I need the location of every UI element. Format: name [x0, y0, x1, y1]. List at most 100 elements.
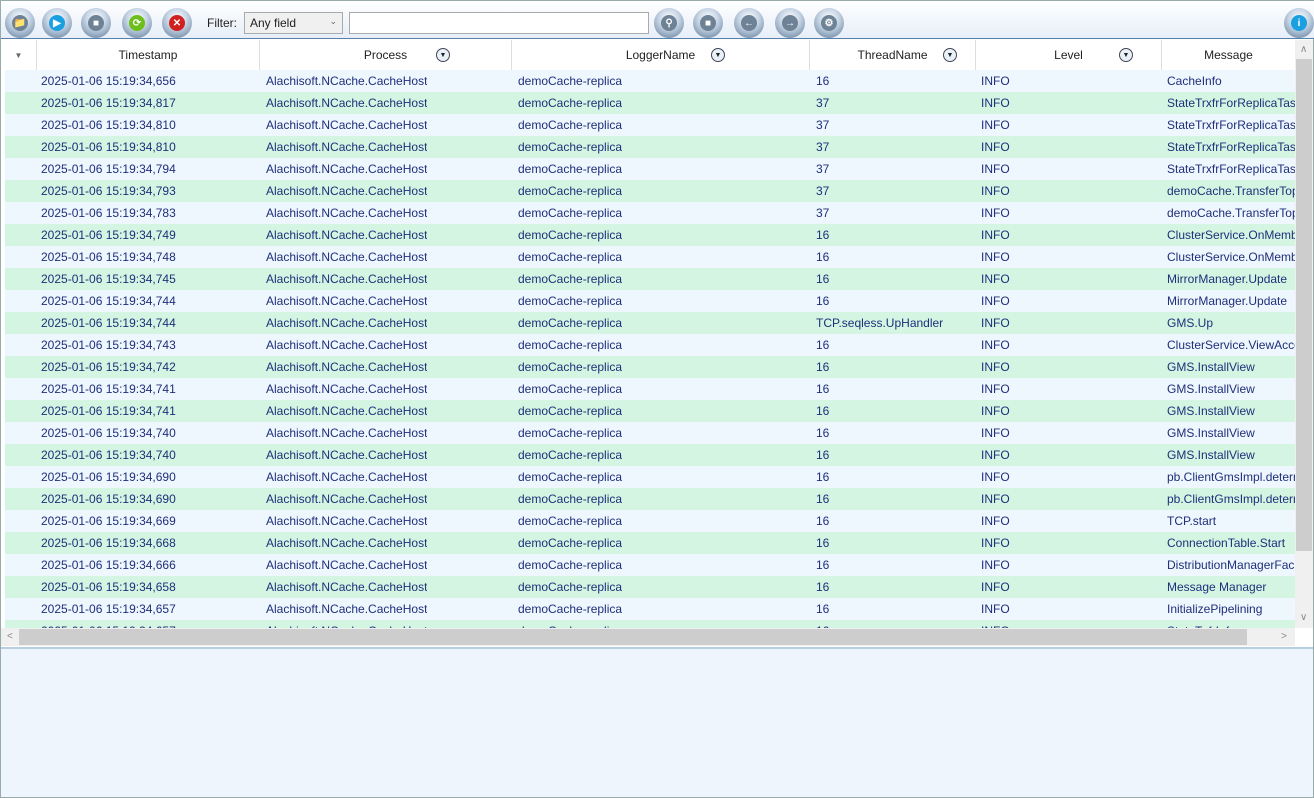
cell-loggername: demoCache-replica	[518, 272, 623, 286]
column-header-level[interactable]: Level ▼	[975, 40, 1161, 70]
next-button[interactable]: →	[775, 8, 805, 38]
table-row[interactable]: 2025-01-06 15:19:34,740 Alachisoft.NCache…	[5, 422, 1295, 444]
column-header-label: ThreadName	[857, 48, 928, 62]
cell-process: Alachisoft.NCache.CacheHost	[266, 294, 428, 308]
cell-message: StateTrxfrForReplicaTask.	[1167, 96, 1295, 110]
column-header-loggername[interactable]: LoggerName ▼	[511, 40, 809, 70]
table-row[interactable]: 2025-01-06 15:19:34,657Alachisoft.NCache…	[5, 598, 1295, 620]
cell-loggername: demoCache-replica	[518, 338, 623, 352]
cell-level: INFO	[981, 558, 1010, 572]
table-row[interactable]: 2025-01-06 15:19:34,748 Alachisoft.NCache…	[5, 246, 1295, 268]
table-row[interactable]: 2025-01-06 15:19:34,742 Alachisoft.NCache…	[5, 356, 1295, 378]
cell-threadname: 16	[816, 580, 830, 594]
cell-message: demoCache.TransferTopi	[1167, 184, 1295, 198]
info-button[interactable]: i	[1284, 8, 1314, 38]
filter-search-input[interactable]	[349, 12, 649, 34]
table-row[interactable]: 2025-01-06 15:19:34,668 Alachisoft.NCache…	[5, 532, 1295, 554]
clear-button[interactable]: ✕	[162, 8, 192, 38]
horizontal-scrollbar[interactable]: < >	[1, 628, 1295, 646]
cell-timestamp: 2025-01-06 15:19:34,666	[41, 558, 176, 572]
square-button[interactable]: ■	[693, 8, 723, 38]
horizontal-scroll-thumb[interactable]	[19, 629, 1247, 645]
table-row[interactable]: 2025-01-06 15:19:34,690 Alachisoft.NCache…	[5, 488, 1295, 510]
table-row[interactable]: 2025-01-06 15:19:34,745 Alachisoft.NCache…	[5, 268, 1295, 290]
cell-loggername: demoCache-replica	[518, 118, 623, 132]
table-row[interactable]: 2025-01-06 15:19:34,817 Alachisoft.NCache…	[5, 92, 1295, 114]
table-row[interactable]: 2025-01-06 15:19:34,656 Alachisoft.NCache…	[5, 70, 1295, 92]
scroll-left-icon[interactable]: <	[7, 631, 13, 642]
cell-loggername: demoCache-replica	[518, 162, 623, 176]
table-row[interactable]: 2025-01-06 15:19:34,741 Alachisoft.NCache…	[5, 378, 1295, 400]
previous-icon: ←	[741, 15, 757, 31]
filter-field-select[interactable]: Any field ⌄	[244, 12, 343, 34]
scroll-right-icon[interactable]: >	[1281, 631, 1287, 642]
cell-timestamp: 2025-01-06 15:19:34,742	[41, 360, 176, 374]
column-header-message[interactable]: Message	[1161, 40, 1295, 70]
caret-down-icon: ▼	[14, 50, 23, 60]
column-filter-icon[interactable]: ▼	[1119, 48, 1133, 62]
table-row[interactable]: 2025-01-06 15:19:34,690 Alachisoft.NCache…	[5, 466, 1295, 488]
save-button[interactable]: ■	[81, 8, 111, 38]
open-folder-button[interactable]: 📁	[5, 8, 35, 38]
table-row[interactable]: 2025-01-06 15:19:34,658 Alachisoft.NCache…	[5, 576, 1295, 598]
column-header-process[interactable]: Process ▼	[259, 40, 511, 70]
table-row[interactable]: 2025-01-06 15:19:34,810 Alachisoft.NCache…	[5, 136, 1295, 158]
cell-timestamp: 2025-01-06 15:19:34,668	[41, 536, 176, 550]
cell-process: Alachisoft.NCache.CacheHost	[266, 360, 428, 374]
table-row[interactable]: 2025-01-06 15:19:34,744 Alachisoft.NCache…	[5, 290, 1295, 312]
vertical-scrollbar[interactable]: ∧ ∨	[1295, 40, 1313, 628]
cell-level: INFO	[981, 382, 1010, 396]
cell-level: INFO	[981, 536, 1010, 550]
toolbar: 📁 ▶ ■ ⟳ ✕ ⚲ ■ ← → ⚙ i	[1, 1, 1314, 39]
table-row[interactable]: 2025-01-06 15:19:34,783 Alachisoft.NCache…	[5, 202, 1295, 224]
cell-threadname: 37	[816, 206, 830, 220]
play-icon: ▶	[49, 15, 65, 31]
cell-loggername: demoCache-replica	[518, 206, 623, 220]
cell-loggername: demoCache-replica	[518, 558, 623, 572]
table-row[interactable]: 2025-01-06 15:19:34,744 Alachisoft.NCache…	[5, 312, 1295, 334]
table-row[interactable]: 2025-01-06 15:19:34,749 Alachisoft.NCache…	[5, 224, 1295, 246]
table-row[interactable]: 2025-01-06 15:19:34,741 Alachisoft.NCache…	[5, 400, 1295, 422]
column-filter-icon[interactable]: ▼	[711, 48, 725, 62]
vertical-scroll-thumb[interactable]	[1296, 59, 1312, 551]
cell-message: StateTrxfrForReplicaTask.	[1167, 118, 1295, 132]
cell-loggername: demoCache-replica	[518, 360, 623, 374]
cell-process: Alachisoft.NCache.CacheHost	[266, 558, 428, 572]
cell-loggername: demoCache-replica	[518, 602, 623, 616]
cell-timestamp: 2025-01-06 15:19:34,658	[41, 580, 176, 594]
column-header-timestamp[interactable]: Timestamp	[36, 40, 259, 70]
cell-level: INFO	[981, 580, 1010, 594]
table-row[interactable]: 2025-01-06 15:19:34,657Alachisoft.NCache…	[5, 620, 1295, 628]
cell-level: INFO	[981, 470, 1010, 484]
cell-timestamp: 2025-01-06 15:19:34,817	[41, 96, 176, 110]
settings-button[interactable]: ⚙	[814, 8, 844, 38]
column-filter-icon[interactable]: ▼	[943, 48, 957, 62]
cell-process: Alachisoft.NCache.CacheHost	[266, 250, 428, 264]
table-row[interactable]: 2025-01-06 15:19:34,793 Alachisoft.NCache…	[5, 180, 1295, 202]
table-row[interactable]: 2025-01-06 15:19:34,743 Alachisoft.NCache…	[5, 334, 1295, 356]
previous-button[interactable]: ←	[734, 8, 764, 38]
table-row[interactable]: 2025-01-06 15:19:34,740 Alachisoft.NCache…	[5, 444, 1295, 466]
table-row[interactable]: 2025-01-06 15:19:34,669 Alachisoft.NCache…	[5, 510, 1295, 532]
table-row[interactable]: 2025-01-06 15:19:34,666 Alachisoft.NCache…	[5, 554, 1295, 576]
square-icon: ■	[700, 15, 716, 31]
cell-loggername: demoCache-replica	[518, 250, 623, 264]
cell-process: Alachisoft.NCache.CacheHost	[266, 74, 428, 88]
row-selector-header[interactable]: ▼	[1, 40, 36, 70]
refresh-button[interactable]: ⟳	[122, 8, 152, 38]
table-row[interactable]: 2025-01-06 15:19:34,794 Alachisoft.NCache…	[5, 158, 1295, 180]
cell-timestamp: 2025-01-06 15:19:34,740	[41, 426, 176, 440]
search-button[interactable]: ⚲	[654, 8, 684, 38]
cell-level: INFO	[981, 602, 1010, 616]
scroll-up-icon[interactable]: ∧	[1300, 44, 1307, 55]
play-button[interactable]: ▶	[42, 8, 72, 38]
cell-message: InitializePipelining	[1167, 602, 1263, 616]
cell-timestamp: 2025-01-06 15:19:34,793	[41, 184, 176, 198]
scroll-down-icon[interactable]: ∨	[1300, 612, 1307, 623]
cell-process: Alachisoft.NCache.CacheHost	[266, 162, 428, 176]
table-row[interactable]: 2025-01-06 15:19:34,810 Alachisoft.NCache…	[5, 114, 1295, 136]
cell-threadname: 16	[816, 382, 830, 396]
column-header-threadname[interactable]: ThreadName ▼	[809, 40, 975, 70]
cell-level: INFO	[981, 492, 1010, 506]
column-filter-icon[interactable]: ▼	[436, 48, 450, 62]
